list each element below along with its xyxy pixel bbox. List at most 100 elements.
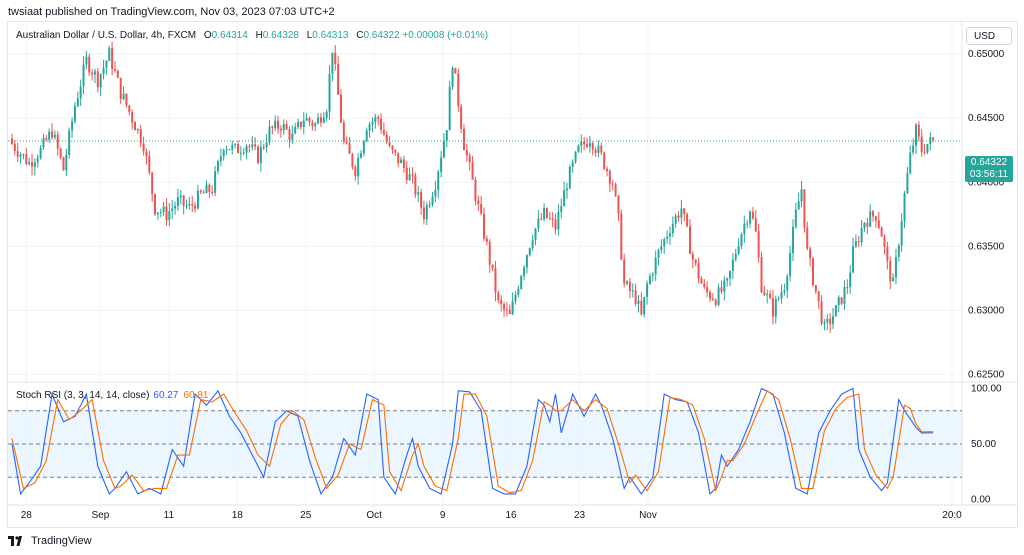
candle-body <box>288 129 291 140</box>
candle-body <box>680 208 683 218</box>
candle-body <box>543 208 546 220</box>
candle-body <box>325 111 328 118</box>
candle-body <box>242 152 245 154</box>
candle-body <box>637 300 640 304</box>
footer-brand: TradingView <box>31 535 92 547</box>
candle-body <box>65 154 68 171</box>
candle-body <box>603 152 606 169</box>
candle-body <box>731 259 734 271</box>
candle-body <box>749 211 752 224</box>
candle-body <box>874 216 877 221</box>
candle-body <box>823 322 826 324</box>
candle-body <box>794 209 797 227</box>
candle-body <box>520 275 523 289</box>
candle-body <box>677 215 680 218</box>
candle-body <box>185 205 188 207</box>
candle-body <box>445 130 448 141</box>
candle-body <box>554 219 557 230</box>
candle-body <box>414 175 417 195</box>
candle-body <box>294 126 297 134</box>
candle-body <box>611 183 614 185</box>
candle-body <box>391 145 394 150</box>
stoch-tick-label: 100.00 <box>971 384 1002 395</box>
stoch-rsi-name: Stoch RSI (3, 3, 14, 14, close) <box>16 390 150 401</box>
candle-body <box>803 189 806 228</box>
candle-body <box>906 173 909 194</box>
candle-body <box>912 145 915 153</box>
candle-body <box>277 120 280 129</box>
time-tick-label: 9 <box>440 510 446 521</box>
candle-body <box>511 301 514 315</box>
candle-body <box>671 223 674 234</box>
candle-body <box>886 246 889 261</box>
candle-body <box>723 280 726 292</box>
candle-body <box>176 197 179 207</box>
candle-body <box>840 297 843 304</box>
candle-body <box>548 217 551 219</box>
candle-body <box>442 140 445 158</box>
candle-body <box>13 143 16 151</box>
candle-body <box>631 290 634 292</box>
time-tick-label: 28 <box>21 510 33 521</box>
candle-body <box>857 241 860 243</box>
price-tick-label: 0.62500 <box>968 370 1005 381</box>
candle-body <box>451 67 454 87</box>
candle-body <box>88 56 91 73</box>
candle-body <box>628 281 631 292</box>
candle-body <box>528 248 531 256</box>
candle-body <box>119 77 122 99</box>
candle-body <box>79 86 82 99</box>
candle-body <box>668 233 671 237</box>
candle-body <box>525 255 528 268</box>
currency-button[interactable]: USD <box>966 27 1012 45</box>
candle-body <box>131 111 134 123</box>
candle-body <box>892 277 895 282</box>
candle-body <box>402 159 405 168</box>
candle-body <box>48 131 51 140</box>
candle-body <box>594 149 597 153</box>
candle-body <box>188 204 191 206</box>
candle-body <box>145 151 148 157</box>
candle-body <box>108 47 111 61</box>
candle-body <box>897 245 900 257</box>
candle-body <box>274 120 277 129</box>
candle-body <box>36 158 39 163</box>
candle-body <box>817 291 820 302</box>
candle-body <box>809 248 812 259</box>
candle-body <box>457 73 460 107</box>
candle-body <box>714 299 717 305</box>
candle-body <box>251 144 254 148</box>
candle-body <box>683 208 686 215</box>
candle-body <box>774 299 777 317</box>
candle-body <box>282 124 285 131</box>
candle-body <box>849 272 852 288</box>
candle-body <box>488 241 491 265</box>
candle-body <box>16 150 19 157</box>
bar-countdown: 03:56:11 <box>969 169 1009 180</box>
candle-body <box>863 222 866 229</box>
candle-body <box>39 147 42 159</box>
candle-body <box>766 294 769 296</box>
candle-body <box>400 159 403 164</box>
candle-body <box>305 118 308 121</box>
candle-body <box>125 93 128 106</box>
candle-body <box>660 246 663 250</box>
candle-body <box>534 228 537 240</box>
candle-body <box>505 309 508 311</box>
candle-body <box>448 86 451 131</box>
candle-body <box>852 246 855 273</box>
candle-body <box>85 56 88 65</box>
candle-body <box>806 227 809 249</box>
candle-body <box>769 294 772 299</box>
candle-body <box>208 184 211 192</box>
candlestick-series <box>10 41 935 333</box>
candle-body <box>371 121 374 125</box>
candle-body <box>551 218 554 220</box>
candle-body <box>42 137 45 148</box>
candle-body <box>151 172 154 195</box>
time-tick-label: 25 <box>300 510 312 521</box>
candle-body <box>122 93 125 99</box>
candle-body <box>600 145 603 153</box>
candle-body <box>643 296 646 315</box>
candle-body <box>165 206 168 221</box>
